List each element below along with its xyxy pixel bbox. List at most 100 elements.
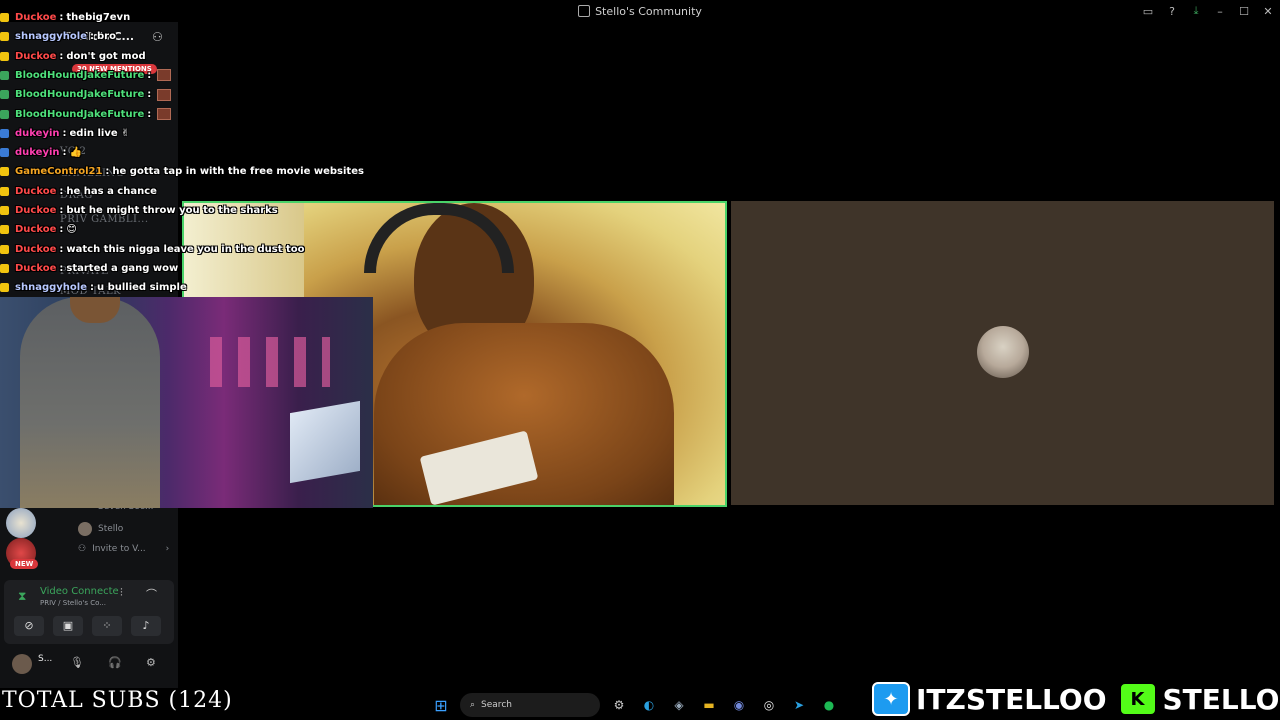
file-explorer-icon[interactable]: ▬ <box>698 694 720 716</box>
steam-icon[interactable]: ◈ <box>668 694 690 716</box>
chat-message: BloodHoundJakeFuture: <box>0 66 172 85</box>
window-title: Stello's Community <box>595 4 702 18</box>
minimize-button[interactable]: – <box>1208 5 1232 18</box>
voice-channel[interactable]: PRIV / Stello's Co... <box>40 599 106 607</box>
discord-window-icon <box>578 5 591 17</box>
telegram-icon[interactable]: ➤ <box>788 694 810 716</box>
chat-text: edin live ✌ <box>69 127 130 139</box>
add-member-icon[interactable]: ⚇ <box>152 30 163 44</box>
signal-icon: ⧗ <box>18 589 27 603</box>
settings-icon[interactable]: ⚙ <box>608 694 630 716</box>
chat-username: dukeyin <box>15 147 60 159</box>
window-controls: ▭ ? ⤓ – ☐ ✕ <box>1136 0 1280 22</box>
user-name[interactable]: S... <box>38 654 52 664</box>
microphone-icon[interactable]: 🎙 <box>70 656 84 669</box>
screen-share-button[interactable]: ▣ <box>53 616 83 636</box>
server-icon[interactable] <box>6 508 36 538</box>
invite-to-voice[interactable]: ⚇ Invite to V... › <box>78 544 169 554</box>
headphones-icon[interactable]: 🎧 <box>108 656 122 669</box>
user-avatar[interactable] <box>12 654 32 674</box>
chat-separator: : <box>147 69 152 81</box>
chat-separator: : <box>105 166 110 178</box>
person-add-icon: ⚇ <box>78 544 87 554</box>
chat-emote-icon <box>157 88 172 101</box>
chat-separator: : <box>62 147 67 159</box>
chat-badge-icon <box>0 263 9 273</box>
chat-username: Duckoe <box>15 224 57 236</box>
person-hoodie-shape <box>20 297 160 508</box>
chrome-icon[interactable]: ◎ <box>758 694 780 716</box>
chat-message: Duckoe: watch this nigga leave you in the… <box>0 240 304 259</box>
chat-text: don't got mod <box>66 50 146 62</box>
chat-separator: : <box>89 31 94 43</box>
chat-text: but he might throw you to the sharks <box>66 205 278 216</box>
help-icon[interactable]: ? <box>1160 5 1184 18</box>
windows-taskbar: ⊞ ⌕ Search ⚙ ◐ ◈ ▬ ◉ ◎ ➤ ● <box>430 690 840 720</box>
chat-badge-icon <box>0 109 9 119</box>
member-stello[interactable]: Stello <box>78 522 123 536</box>
inbox-icon[interactable]: ▭ <box>1136 5 1160 18</box>
chat-separator: : <box>59 50 64 62</box>
chat-message: BloodHoundJakeFuture: <box>0 85 172 104</box>
user-panel: S... 🎙 🎧 ⚙ <box>4 650 174 678</box>
chat-username: Duckoe <box>15 50 57 62</box>
soundboard-button[interactable]: ♪ <box>131 616 161 636</box>
search-icon: ⌕ <box>470 700 476 710</box>
chat-username: Duckoe <box>15 262 57 274</box>
chat-emote-icon <box>157 108 172 120</box>
member-label: Stello <box>98 524 124 534</box>
noise-suppression-icon[interactable]: ⫶ <box>120 586 123 600</box>
window-titlebar: Stello's Community ▭ ? ⤓ – ☐ ✕ <box>0 0 1280 22</box>
video-tile-avatar[interactable] <box>731 201 1274 505</box>
chat-username: shnaggyhole <box>15 31 87 43</box>
chat-message: Duckoe: started a gang wow <box>0 259 178 278</box>
chat-message: dukeyin: 👍 <box>0 143 82 162</box>
chevron-right-icon: › <box>165 544 170 554</box>
camera-off-button[interactable]: ⊘ <box>14 616 44 636</box>
chat-separator: : <box>59 243 64 255</box>
chat-username: BloodHoundJakeFuture <box>15 108 145 120</box>
chat-badge-icon <box>0 186 9 196</box>
chat-badge-icon <box>0 128 9 138</box>
chat-username: dukeyin <box>15 127 60 139</box>
kick-handle: STELLOOO <box>1162 682 1280 716</box>
chat-text: started a gang wow <box>66 262 179 274</box>
discord-icon[interactable]: ◉ <box>728 694 750 716</box>
avatar <box>78 522 92 536</box>
chat-message: Duckoe: don't got mod <box>0 47 146 66</box>
chat-username: GameControl21 <box>15 166 103 178</box>
chat-message: dukeyin: edin live ✌ <box>0 124 130 143</box>
chat-separator: : <box>59 262 64 274</box>
edge-icon[interactable]: ◐ <box>638 694 660 716</box>
chat-badge-icon <box>0 206 9 215</box>
chat-separator: : <box>62 127 67 139</box>
chat-username: Duckoe <box>15 243 57 255</box>
disconnect-icon[interactable]: ⌒ <box>146 586 157 602</box>
chat-badge-icon <box>0 225 9 235</box>
social-handles-overlay: ✦ ITZSTELLOO K STELLOOO <box>872 680 1280 718</box>
invite-label: Invite to V... <box>92 544 146 554</box>
chat-separator: : <box>147 108 152 120</box>
search-placeholder: Search <box>481 700 512 710</box>
windows-start-icon[interactable]: ⊞ <box>430 694 452 716</box>
chat-message: shnaggyhole: bro <box>0 27 116 46</box>
chat-separator: : <box>59 185 64 197</box>
chat-username: BloodHoundJakeFuture <box>15 69 145 81</box>
close-button[interactable]: ✕ <box>1256 5 1280 18</box>
chat-badge-icon <box>0 70 9 80</box>
chat-message: Duckoe: thebig7evn <box>0 8 130 27</box>
chat-badge-icon <box>0 32 9 42</box>
webcam-overlay <box>0 297 373 508</box>
activities-button[interactable]: ⁘ <box>92 616 122 636</box>
chat-text: bro <box>96 31 116 43</box>
monitor-shape <box>290 400 360 484</box>
settings-gear-icon[interactable]: ⚙ <box>146 656 156 669</box>
maximize-button[interactable]: ☐ <box>1232 5 1256 18</box>
chat-message: Duckoe: but he might throw you to the sha… <box>0 201 278 220</box>
chat-username: BloodHoundJakeFuture <box>15 89 145 101</box>
chat-text: u bullied simple <box>96 282 187 294</box>
voice-status[interactable]: Video Connecte <box>40 586 119 597</box>
spotify-icon[interactable]: ● <box>818 694 840 716</box>
download-icon[interactable]: ⤓ <box>1184 4 1208 18</box>
taskbar-search[interactable]: ⌕ Search <box>460 693 600 717</box>
